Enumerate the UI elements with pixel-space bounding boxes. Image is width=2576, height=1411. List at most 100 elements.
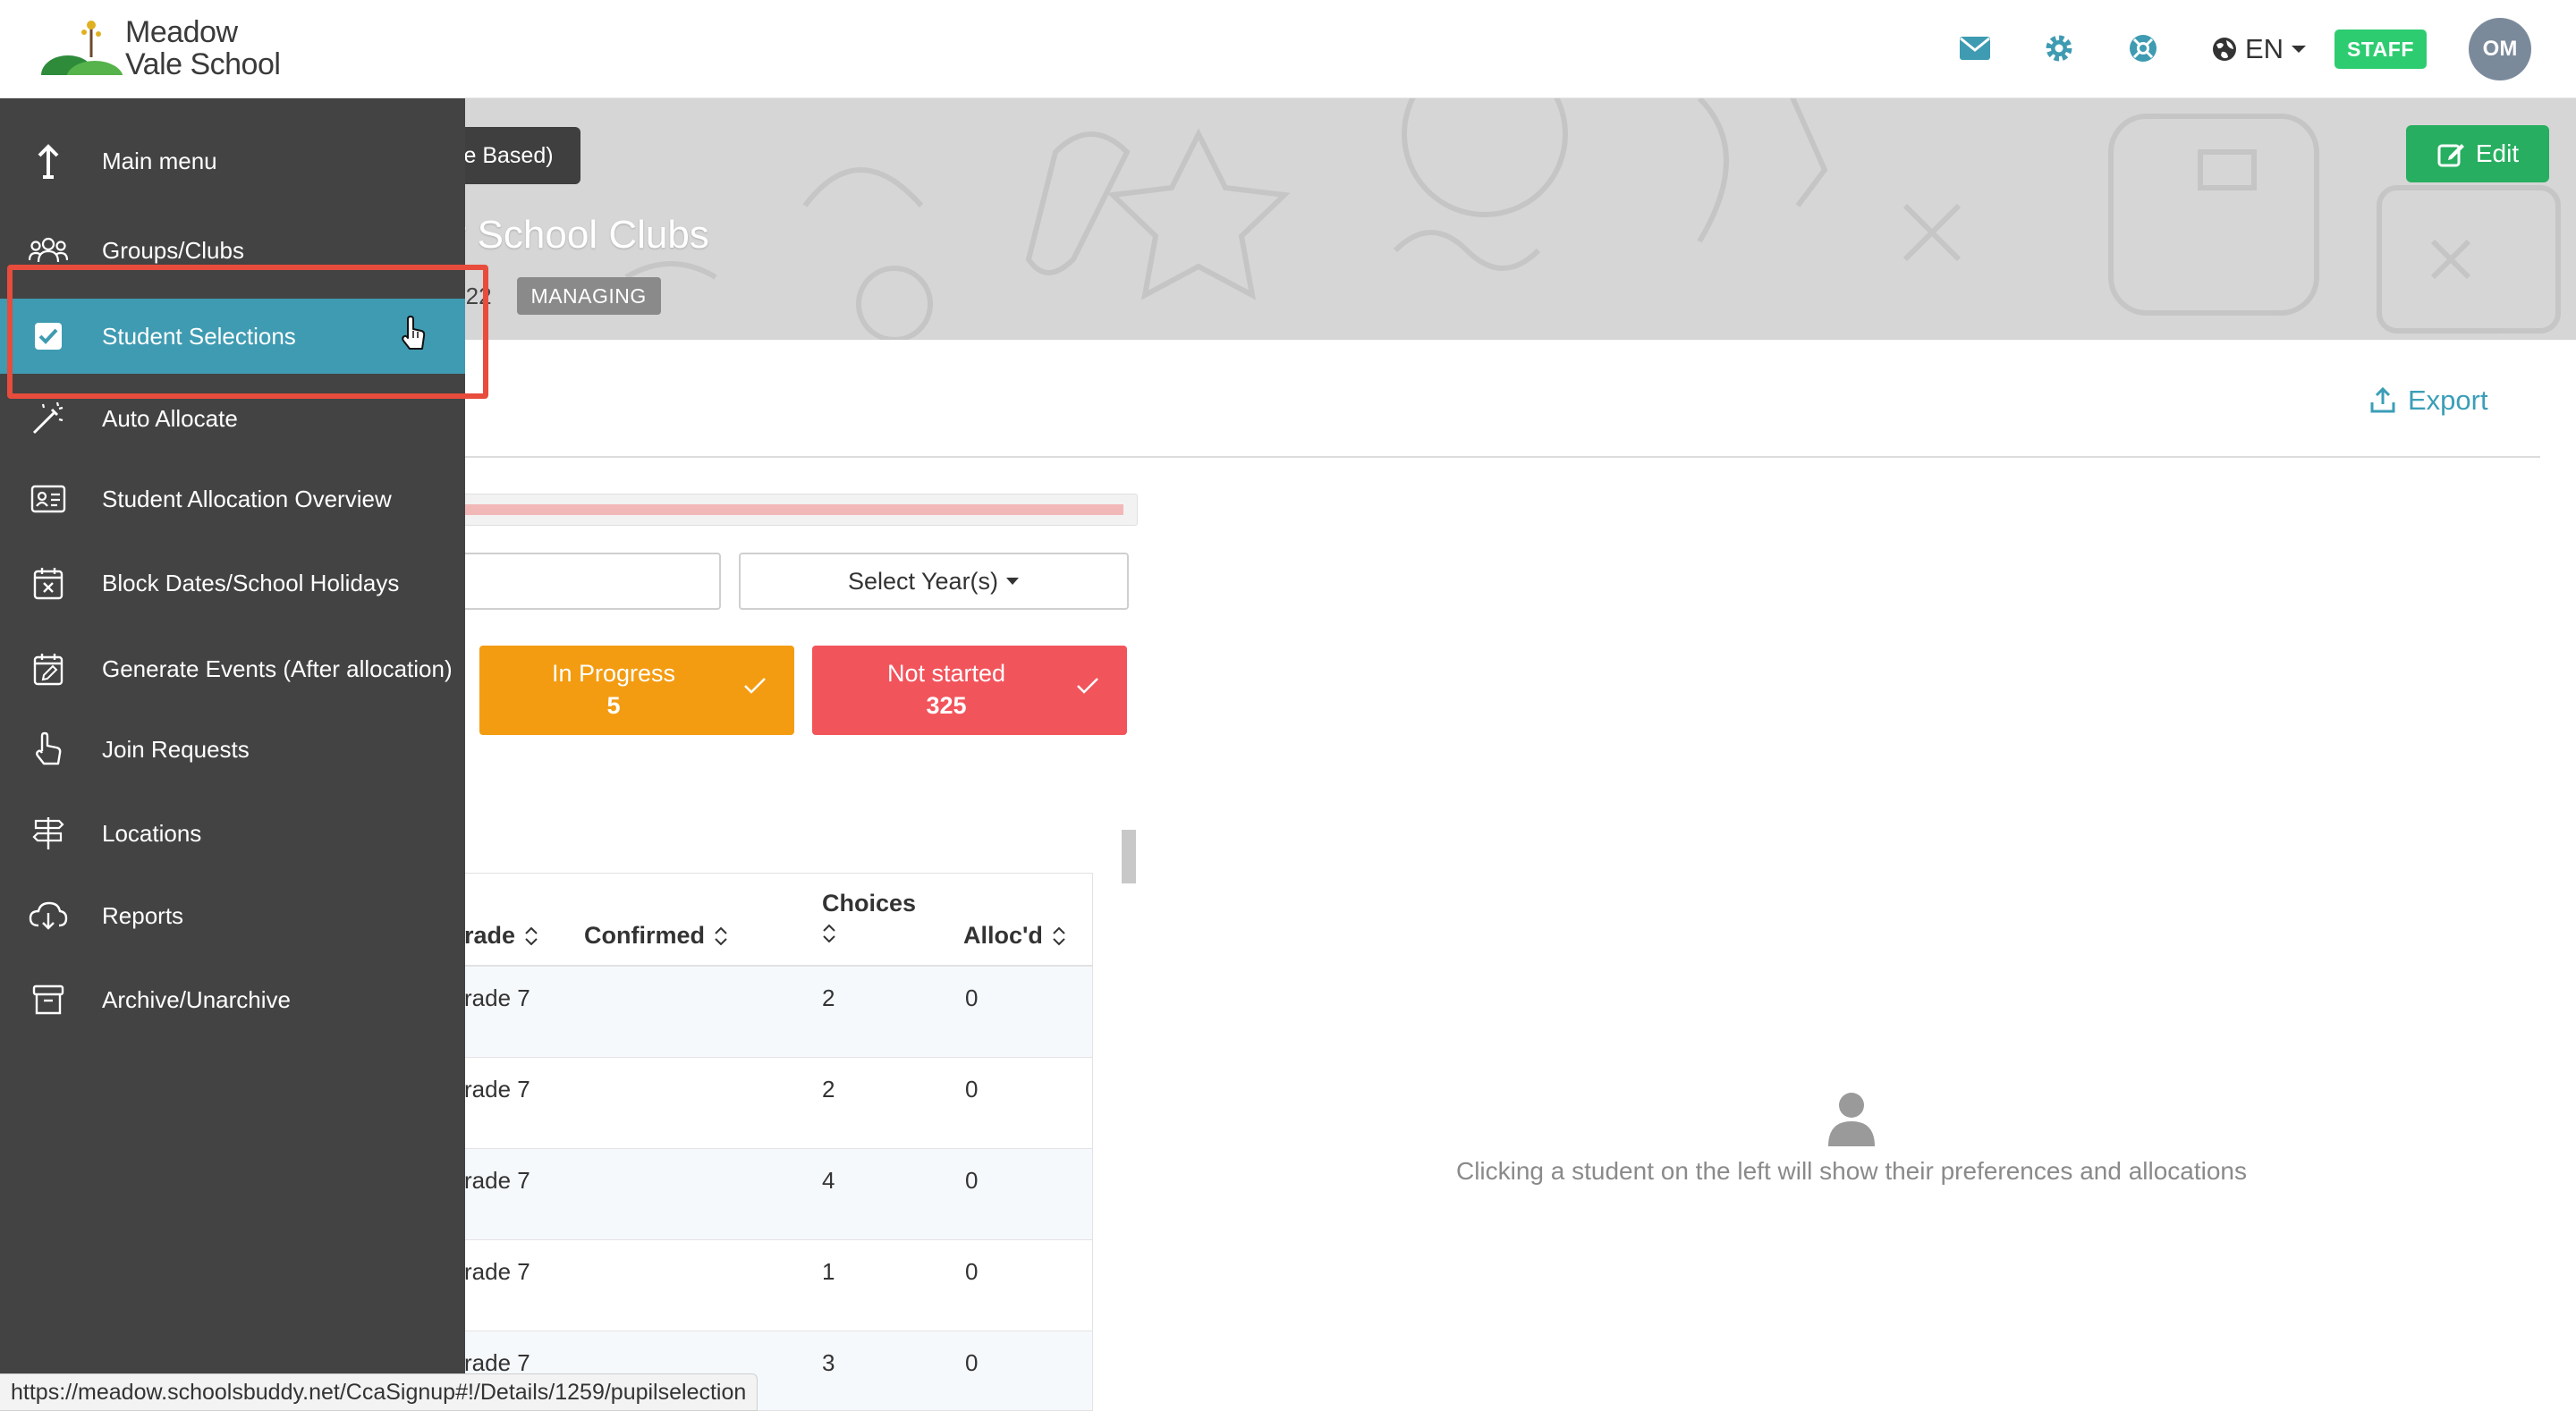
table-row[interactable]: rade 7 2 0 bbox=[430, 967, 1092, 1058]
calendar-x-icon bbox=[29, 563, 68, 603]
staff-badge: STAFF bbox=[2334, 30, 2427, 69]
logo-line-2: Vale School bbox=[125, 47, 281, 81]
sidebar-item-join-requests[interactable]: Join Requests bbox=[0, 719, 465, 780]
table-row[interactable]: rade 7 2 0 bbox=[430, 1058, 1092, 1149]
sidebar-item-label: Block Dates/School Holidays bbox=[102, 569, 400, 596]
magic-wand-icon bbox=[29, 399, 68, 438]
sidebar-item-block-dates[interactable]: Block Dates/School Holidays bbox=[0, 553, 465, 613]
arrow-up-icon bbox=[29, 141, 68, 181]
student-table: rade Confirmed Choices Alloc'd rade 7 2 … bbox=[429, 873, 1093, 1411]
column-header-label: Choices bbox=[822, 890, 917, 917]
language-label: EN bbox=[2245, 33, 2284, 64]
cell-grade: rade 7 bbox=[464, 1167, 530, 1194]
avatar[interactable]: OM bbox=[2469, 18, 2531, 80]
archive-box-icon bbox=[29, 980, 68, 1019]
status-count: 325 bbox=[926, 692, 967, 719]
student-detail-empty-state: Clicking a student on the left will show… bbox=[1395, 1091, 2308, 1186]
status-label: Not started bbox=[886, 660, 1006, 687]
cell-choices: 4 bbox=[822, 1167, 835, 1194]
cell-allocd: 0 bbox=[965, 1349, 979, 1376]
sidebar-item-label: Groups/Clubs bbox=[102, 236, 244, 264]
sidebar-item-label: Reports bbox=[102, 901, 184, 929]
logo-text: Meadow Vale School bbox=[125, 15, 281, 81]
export-label: Export bbox=[2408, 384, 2488, 416]
status-badge: MANAGING bbox=[516, 277, 661, 315]
checkbox-icon bbox=[29, 317, 68, 356]
language-selector[interactable]: EN bbox=[2211, 29, 2307, 70]
help-lifebuoy-icon[interactable] bbox=[2123, 29, 2163, 68]
user-icon bbox=[1828, 1093, 1875, 1146]
sidebar-item-label: Generate Events (After allocation) bbox=[102, 655, 453, 682]
student-search-input[interactable] bbox=[429, 553, 721, 610]
sidebar-item-label: Auto Allocate bbox=[102, 404, 238, 432]
calendar-edit-icon bbox=[29, 649, 68, 689]
status-filter-not-started[interactable]: Not started 325 bbox=[812, 646, 1127, 735]
column-header-choices[interactable]: Choices bbox=[822, 890, 916, 951]
sidebar-item-label: Join Requests bbox=[102, 735, 250, 763]
table-row[interactable]: rade 7 1 0 bbox=[430, 1240, 1092, 1331]
cell-allocd: 0 bbox=[965, 984, 979, 1011]
cell-choices: 2 bbox=[822, 984, 835, 1011]
sidebar-item-label: Student Allocation Overview bbox=[102, 485, 392, 512]
sidebar-item-label: Student Selections bbox=[102, 322, 296, 350]
check-icon bbox=[1077, 678, 1098, 694]
signpost-icon bbox=[29, 814, 68, 853]
cell-choices: 2 bbox=[822, 1076, 835, 1103]
logo-line-1: Meadow bbox=[125, 15, 238, 49]
export-button[interactable]: Export bbox=[2368, 384, 2488, 417]
empty-state-message: Clicking a student on the left will show… bbox=[1455, 1157, 2248, 1185]
cell-choices: 1 bbox=[822, 1258, 835, 1285]
sidebar-item-generate-events[interactable]: Generate Events (After allocation) bbox=[0, 626, 465, 712]
cell-grade: rade 7 bbox=[464, 1076, 530, 1103]
sort-icon bbox=[1053, 926, 1065, 945]
cell-grade: rade 7 bbox=[464, 984, 530, 1011]
sidebar-item-label: Archive/Unarchive bbox=[102, 985, 291, 1013]
caret-down-icon bbox=[2292, 46, 2307, 53]
sort-icon bbox=[823, 924, 835, 943]
hand-pointer-icon bbox=[29, 730, 68, 769]
school-logo[interactable]: Meadow Vale School bbox=[39, 15, 299, 97]
cell-choices: 3 bbox=[822, 1349, 835, 1376]
sidebar-item-auto-allocate[interactable]: Auto Allocate bbox=[0, 388, 465, 449]
top-header: Meadow Vale School EN STAFF OM bbox=[0, 0, 2576, 98]
column-header-label: Confirmed bbox=[584, 922, 705, 949]
sidebar-menu: Main menu Groups/Clubs Student Selection… bbox=[0, 98, 465, 1411]
status-count: 5 bbox=[606, 692, 621, 719]
export-icon bbox=[2370, 386, 2395, 413]
logo-hills-icon bbox=[39, 21, 125, 97]
browser-status-url: https://meadow.schoolsbuddy.net/CcaSignu… bbox=[0, 1373, 758, 1411]
hand-cursor-icon bbox=[402, 316, 426, 350]
edit-button[interactable]: Edit bbox=[2406, 125, 2549, 182]
sidebar-item-reports[interactable]: Reports bbox=[0, 885, 465, 946]
edit-label: Edit bbox=[2475, 139, 2520, 167]
sidebar-item-archive[interactable]: Archive/Unarchive bbox=[0, 969, 465, 1030]
cloud-download-icon bbox=[29, 896, 68, 935]
id-card-icon bbox=[29, 479, 68, 519]
year-select-dropdown[interactable]: Select Year(s) bbox=[739, 553, 1129, 610]
year-select-label: Select Year(s) bbox=[847, 567, 999, 595]
group-icon bbox=[29, 231, 68, 270]
sidebar-item-groups-clubs[interactable]: Groups/Clubs bbox=[0, 220, 465, 281]
caret-down-icon bbox=[1006, 578, 1020, 585]
sidebar-item-main-menu[interactable]: Main menu bbox=[0, 131, 465, 191]
envelope-icon[interactable] bbox=[1955, 29, 1995, 68]
sidebar-item-student-selections[interactable]: Student Selections bbox=[0, 299, 465, 374]
column-header-confirmed[interactable]: Confirmed bbox=[584, 922, 728, 950]
sort-icon bbox=[525, 926, 538, 945]
column-header-label: Alloc'd bbox=[963, 922, 1043, 949]
sort-icon bbox=[715, 926, 727, 945]
content-divider bbox=[456, 456, 2540, 458]
sidebar-item-label: Locations bbox=[102, 819, 202, 847]
gear-icon[interactable] bbox=[2039, 29, 2079, 68]
edit-icon bbox=[2437, 144, 2464, 167]
table-row[interactable]: rade 7 4 0 bbox=[430, 1149, 1092, 1240]
column-header-grade[interactable]: rade bbox=[464, 922, 538, 950]
cell-allocd: 0 bbox=[965, 1076, 979, 1103]
status-filter-in-progress[interactable]: In Progress 5 bbox=[479, 646, 794, 735]
table-scrollbar[interactable] bbox=[1122, 830, 1136, 883]
column-header-allocd[interactable]: Alloc'd bbox=[963, 922, 1066, 950]
sidebar-item-student-allocation-overview[interactable]: Student Allocation Overview bbox=[0, 469, 465, 529]
check-icon bbox=[744, 678, 766, 694]
selection-progress-bar bbox=[456, 494, 1138, 526]
sidebar-item-locations[interactable]: Locations bbox=[0, 803, 465, 864]
